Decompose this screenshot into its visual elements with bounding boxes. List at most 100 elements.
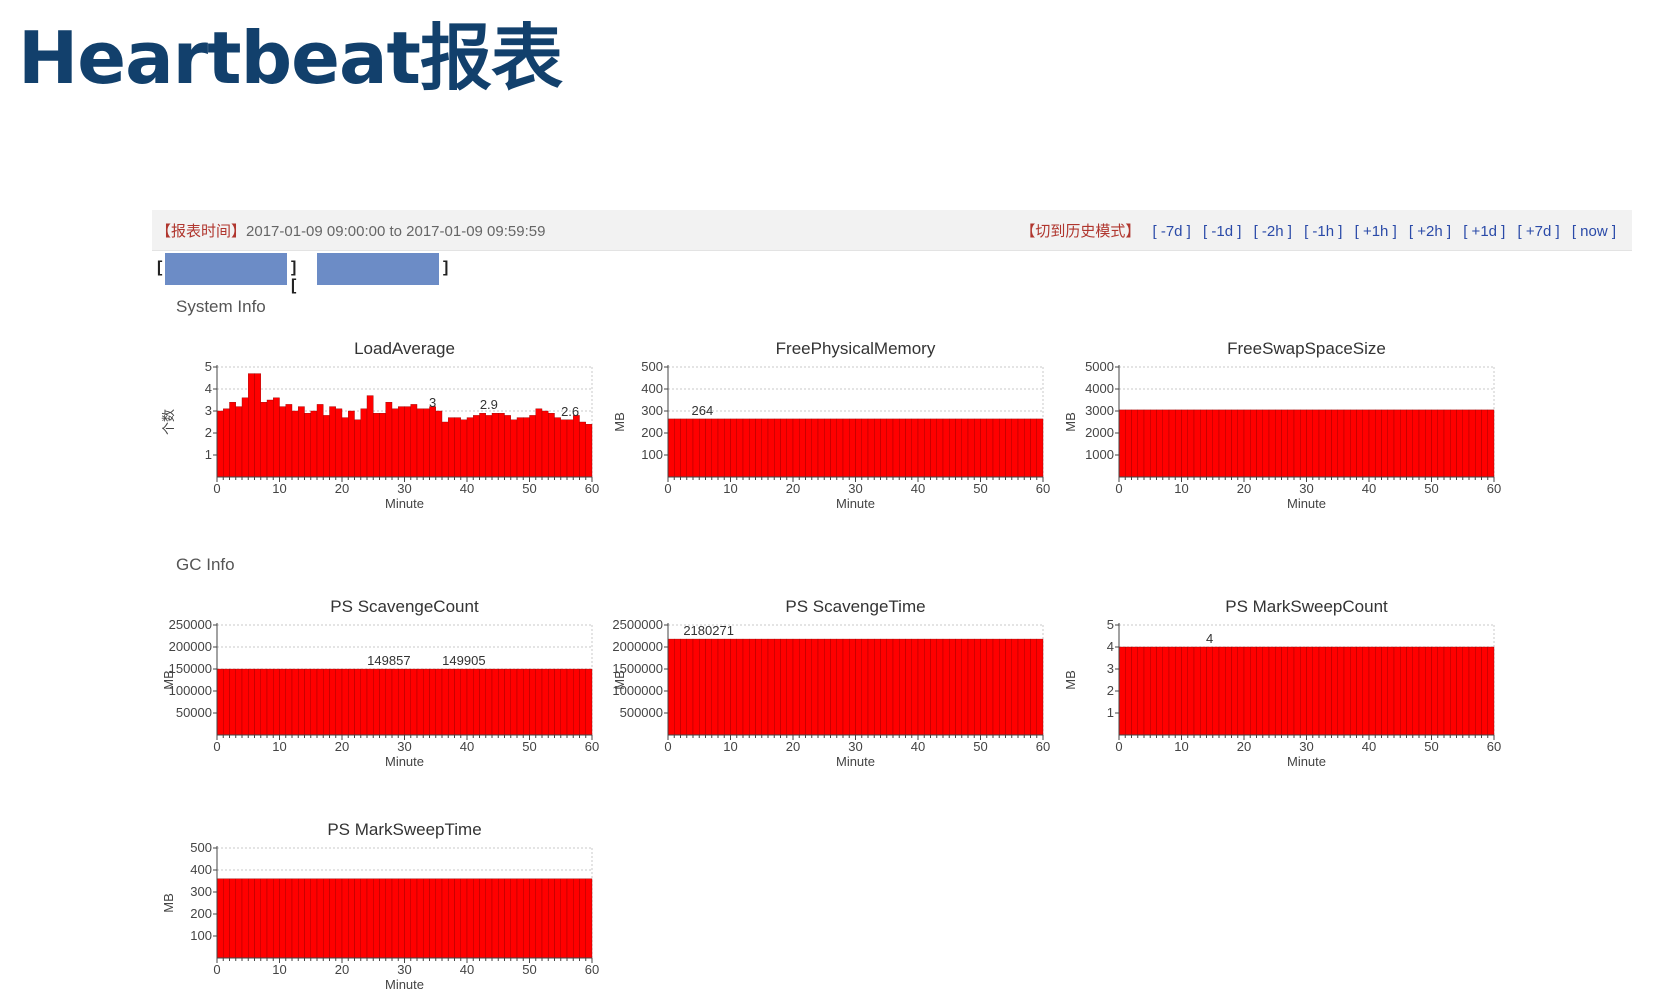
bar [416, 668, 424, 736]
bar [354, 668, 361, 736]
data-label: 2.9 [480, 397, 498, 412]
bar [949, 418, 956, 478]
bar [1156, 409, 1163, 478]
x-axis-label: Minute [836, 754, 875, 769]
nav-minus-2h[interactable]: [ -2h ] [1254, 223, 1292, 240]
bar [1456, 646, 1463, 736]
bar [435, 878, 443, 959]
bar [473, 668, 480, 736]
bar [235, 668, 243, 736]
bar [1181, 409, 1188, 478]
bar [667, 638, 675, 736]
nav-minus-7d[interactable]: [ -7d ] [1153, 223, 1191, 240]
bar [1300, 646, 1307, 736]
bar [573, 878, 580, 959]
bar [548, 878, 555, 959]
bar [1462, 646, 1470, 736]
chart-loadaverage: LoadAverage 1 2 3 4 5 0 10 20 30 40 50 60 Minute 个数 3 2.… [150, 335, 600, 525]
bar [867, 418, 875, 478]
bar [498, 668, 505, 736]
bar [811, 418, 819, 478]
bar [736, 638, 744, 736]
x-tick-label: 40 [911, 481, 925, 496]
x-tick-label: 0 [1115, 481, 1122, 496]
bar [323, 668, 330, 736]
bar [917, 418, 925, 478]
bar [523, 878, 530, 959]
x-tick-label: 10 [272, 962, 286, 977]
bar [366, 668, 374, 736]
bar [836, 638, 844, 736]
bar [761, 418, 769, 478]
bar [1175, 409, 1182, 478]
bar [510, 878, 518, 959]
host-link-2[interactable] [317, 253, 439, 285]
y-tick-label: 4 [205, 381, 212, 396]
bar [967, 418, 975, 478]
chart-title: FreePhysicalMemory [776, 339, 936, 358]
bar [1231, 409, 1238, 478]
bar [298, 668, 305, 736]
bar [1287, 409, 1295, 478]
bar [1024, 638, 1031, 736]
bar [1131, 646, 1138, 736]
bar [792, 418, 800, 478]
bar [248, 373, 255, 478]
bar [1237, 646, 1245, 736]
bar [266, 668, 274, 736]
bar [410, 878, 418, 959]
nav-plus-7d[interactable]: [ +7d ] [1518, 223, 1560, 240]
x-tick-label: 30 [1299, 481, 1313, 496]
x-axis-label: Minute [1287, 754, 1326, 769]
bar [404, 878, 411, 959]
history-mode-link[interactable]: 【切到历史模式】 [1020, 223, 1140, 240]
bar [755, 638, 762, 736]
bar [1350, 409, 1357, 478]
report-time-label: 【报表时间】 [156, 223, 247, 240]
bar [1450, 409, 1457, 478]
bar [1375, 409, 1382, 478]
bar [479, 412, 486, 478]
bar [1381, 646, 1388, 736]
bar [955, 638, 962, 736]
bar [260, 401, 268, 478]
bar [223, 878, 230, 959]
bar [899, 638, 906, 736]
bar [1143, 409, 1151, 478]
nav-minus-1h[interactable]: [ -1h ] [1304, 223, 1342, 240]
bar [1137, 646, 1145, 736]
bar [529, 415, 536, 478]
nav-minus-1d[interactable]: [ -1d ] [1203, 223, 1241, 240]
bar [466, 668, 474, 736]
bar [942, 638, 950, 736]
y-tick-label: 300 [190, 884, 212, 899]
nav-plus-1h[interactable]: [ +1h ] [1355, 223, 1397, 240]
bar [1443, 646, 1451, 736]
bar [892, 418, 900, 478]
bar [216, 668, 224, 736]
nav-plus-2h[interactable]: [ +2h ] [1409, 223, 1451, 240]
host-link-1[interactable] [165, 253, 287, 285]
bar [986, 638, 994, 736]
bar [348, 410, 355, 478]
bar [836, 418, 844, 478]
bar [516, 417, 524, 478]
nav-now[interactable]: [ now ] [1572, 223, 1616, 240]
bar [423, 878, 430, 959]
nav-plus-1d[interactable]: [ +1d ] [1463, 223, 1505, 240]
bar [986, 418, 994, 478]
x-tick-label: 10 [723, 739, 737, 754]
bar [235, 878, 243, 959]
x-tick-label: 30 [397, 481, 411, 496]
bar [273, 878, 280, 959]
bar [441, 421, 449, 478]
x-tick-label: 60 [1487, 481, 1501, 496]
bar [248, 668, 255, 736]
slide-title: Heartbeat报表 [18, 16, 563, 100]
y-tick-label: 500 [190, 840, 212, 855]
bar [398, 668, 405, 736]
bar [1143, 646, 1151, 736]
bar [304, 412, 311, 478]
bar [435, 668, 443, 736]
bar [1387, 646, 1395, 736]
